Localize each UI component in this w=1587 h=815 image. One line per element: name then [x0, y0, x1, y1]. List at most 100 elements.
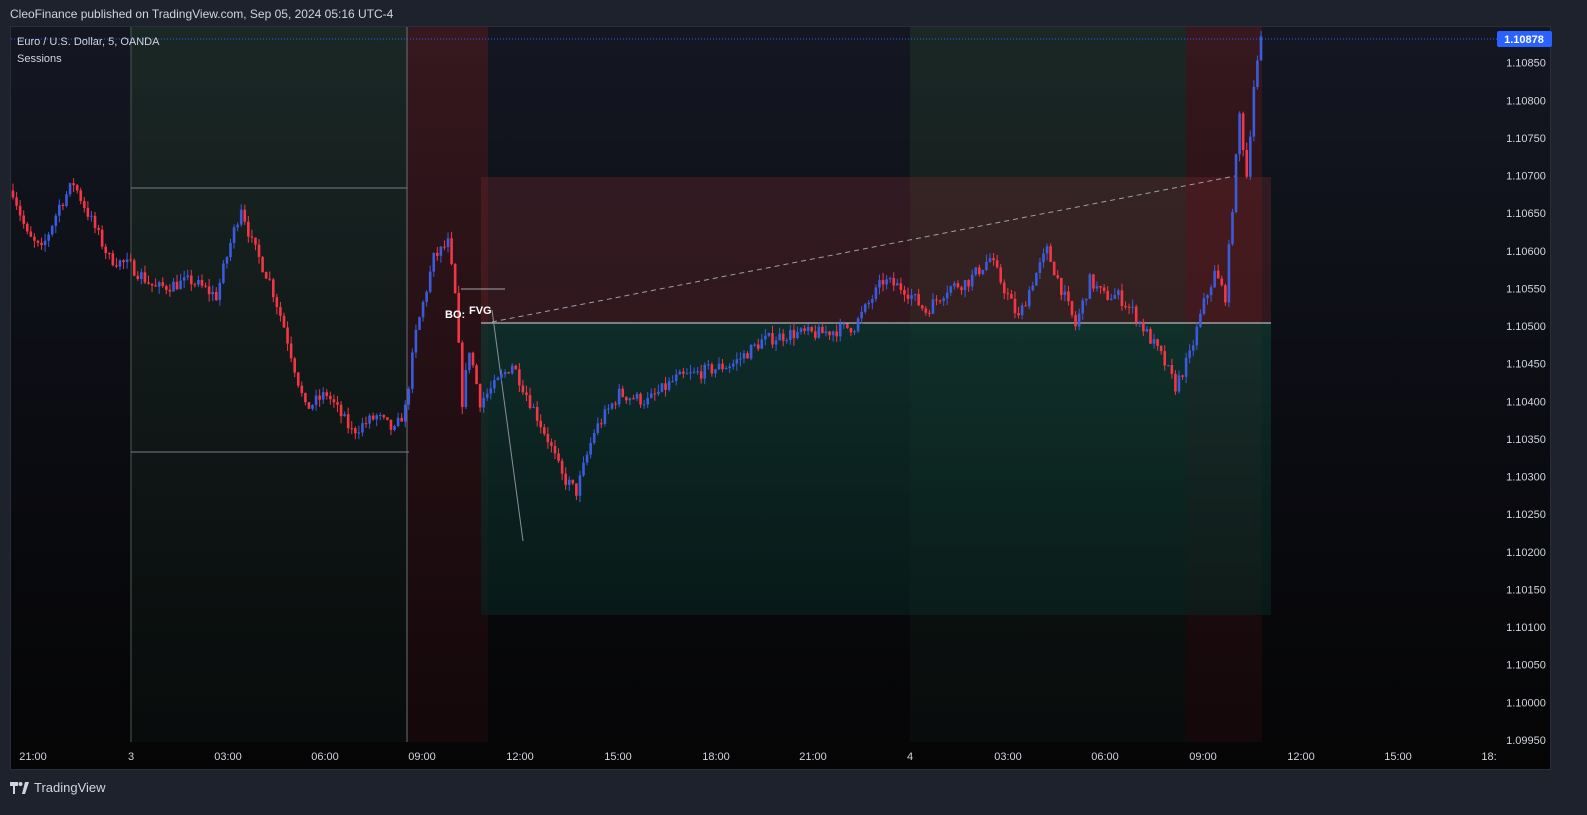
candle-body	[928, 312, 931, 314]
candle-body	[1252, 86, 1256, 137]
tradingview-logo[interactable]: TradingView	[10, 780, 106, 795]
candle-body	[1024, 305, 1027, 307]
candle-body	[453, 264, 457, 293]
candle-body	[243, 209, 247, 222]
candle-body	[346, 414, 350, 429]
price-chart[interactable]: BO: FVG 1.108501.108001.107501.107001.10…	[0, 0, 1587, 815]
candle-body	[286, 327, 289, 344]
candle-body	[806, 327, 810, 331]
candle-body	[678, 371, 682, 375]
candle-body	[635, 393, 639, 399]
candle-body	[978, 267, 981, 275]
candle-body	[546, 433, 550, 443]
candle-body	[853, 331, 856, 333]
candle-body	[304, 393, 307, 403]
candle-body	[674, 374, 678, 382]
candle-body	[888, 278, 892, 280]
symbol-label[interactable]: Euro / U.S. Dollar, 5, OANDA	[17, 34, 159, 51]
time-tick-label: 18:00	[702, 751, 730, 763]
candle-body	[311, 404, 314, 409]
price-tick-label: 1.10450	[1506, 359, 1546, 371]
brand-text: TradingView	[34, 780, 106, 795]
candle-body	[1202, 298, 1206, 314]
candle-body	[1127, 306, 1131, 308]
candle-body	[796, 331, 799, 339]
candle-body	[935, 299, 938, 301]
candle-body	[532, 406, 535, 408]
candle-body	[1035, 272, 1038, 286]
candle-body	[179, 280, 182, 290]
candle-body	[1092, 274, 1095, 289]
candle-body	[653, 393, 657, 395]
candle-body	[275, 297, 279, 307]
candle-body	[717, 363, 721, 370]
candle-body	[1049, 246, 1052, 262]
candle-body	[1113, 295, 1117, 299]
price-tick-label: 1.10350	[1506, 434, 1546, 446]
chart-legend: Euro / U.S. Dollar, 5, OANDA Sessions	[17, 34, 159, 68]
candle-body	[1138, 321, 1142, 323]
time-tick-label: 15:00	[1384, 751, 1412, 763]
candle-body	[1177, 375, 1181, 392]
candle-body	[781, 333, 785, 341]
candle-body	[386, 417, 389, 420]
price-tick-label: 1.10300	[1506, 472, 1546, 484]
candle-body	[1081, 300, 1085, 314]
candle-body	[764, 335, 767, 340]
candle-body	[18, 205, 22, 216]
candle-body	[318, 395, 321, 400]
candle-body	[742, 353, 746, 359]
candle-body	[1106, 290, 1109, 300]
candle-body	[29, 231, 33, 237]
candle-body	[1074, 315, 1077, 327]
candle-body	[920, 305, 924, 309]
candle-body	[831, 331, 835, 336]
candle-body	[1220, 278, 1224, 286]
candle-body	[47, 234, 50, 241]
price-axis[interactable]: 1.10850 1.10800 1.10750 1.10700 1.10650 1.106…	[1506, 58, 1546, 747]
candle-body	[61, 204, 65, 206]
candle-body	[1227, 244, 1231, 303]
take-profit-zone	[481, 323, 1271, 615]
candle-body	[500, 374, 503, 378]
candle-body	[489, 388, 493, 394]
candle-body	[863, 304, 867, 312]
time-axis[interactable]: 21:00 3 03:00 06:00 09:00 12:00 15:00 18:00 21:0…	[19, 751, 1496, 763]
candle-body	[810, 327, 814, 332]
candle-body	[710, 364, 714, 374]
candle-body	[585, 454, 589, 463]
candle-body	[649, 393, 653, 398]
candle-body	[539, 420, 543, 428]
candle-body	[229, 242, 232, 258]
candle-body	[1231, 211, 1234, 245]
candle-body	[1045, 246, 1049, 254]
candle-body	[300, 385, 304, 394]
candle-body	[65, 194, 68, 206]
candle-body	[154, 285, 157, 287]
candle-body	[714, 369, 717, 374]
candle-body	[1166, 365, 1170, 367]
candle-body	[1184, 357, 1188, 377]
candle-body	[279, 306, 282, 316]
candle-body	[724, 368, 728, 370]
asia-session-1	[131, 27, 407, 742]
candle-body	[485, 393, 489, 398]
candle-body	[354, 428, 357, 434]
candle-body	[1234, 154, 1238, 212]
candle-body	[482, 397, 485, 408]
candle-body	[639, 393, 642, 405]
candle-body	[157, 282, 161, 287]
candle-body	[1224, 285, 1227, 303]
candle-body	[75, 185, 79, 191]
candle-body	[1174, 373, 1177, 392]
candle-body	[414, 329, 418, 353]
candle-body	[307, 402, 311, 409]
candle-body	[1170, 365, 1174, 374]
candle-body	[1156, 339, 1159, 346]
candle-body	[161, 282, 165, 287]
candle-body	[892, 278, 896, 286]
candle-body	[425, 291, 428, 302]
candle-body	[1163, 351, 1167, 366]
time-tick-label: 06:00	[1091, 751, 1119, 763]
indicator-label[interactable]: Sessions	[17, 51, 159, 68]
